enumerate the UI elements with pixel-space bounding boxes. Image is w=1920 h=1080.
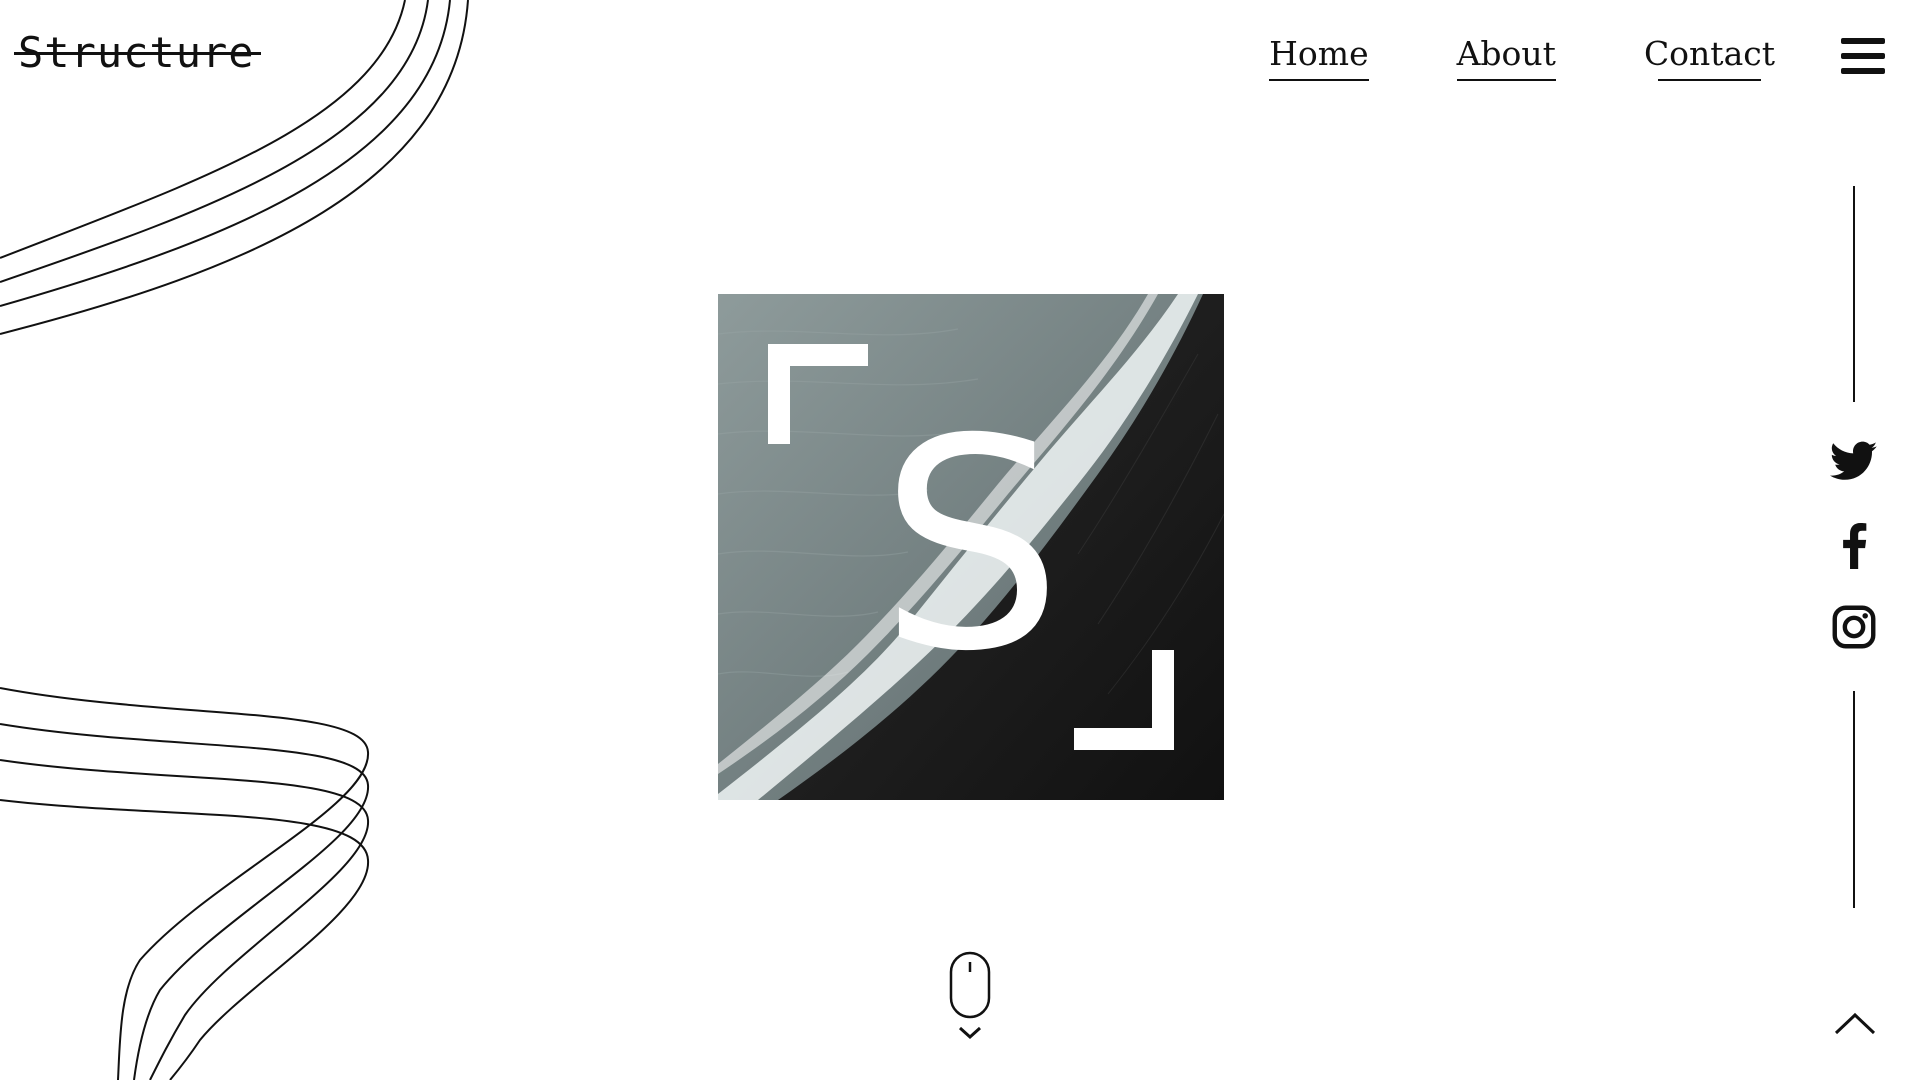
logo-strike-line bbox=[14, 52, 261, 55]
chevron-up-icon bbox=[1834, 1012, 1876, 1035]
corner-bracket-top-left bbox=[768, 344, 868, 444]
facebook-icon bbox=[1843, 523, 1867, 569]
twitter-icon bbox=[1830, 441, 1878, 480]
scroll-down-indicator[interactable] bbox=[946, 948, 996, 1044]
instagram-link[interactable] bbox=[1828, 601, 1880, 653]
nav-link-about[interactable]: About bbox=[1456, 34, 1557, 81]
rail-divider-bottom bbox=[1853, 691, 1855, 908]
nav-link-contact[interactable]: Contact bbox=[1644, 34, 1775, 81]
hamburger-bar bbox=[1841, 38, 1885, 44]
back-to-top-button[interactable] bbox=[1830, 1003, 1880, 1043]
main-nav: Home About Contact bbox=[1269, 34, 1775, 81]
hamburger-bar bbox=[1841, 68, 1885, 74]
site-logo[interactable]: Structure bbox=[14, 28, 261, 77]
rail-divider-top bbox=[1853, 186, 1855, 402]
decorative-lines-bottom bbox=[0, 687, 370, 1080]
hamburger-bar bbox=[1841, 53, 1885, 59]
nav-link-home[interactable]: Home bbox=[1269, 34, 1370, 81]
hamburger-menu-icon[interactable] bbox=[1841, 38, 1885, 74]
mouse-scroll-icon bbox=[949, 951, 991, 1040]
instagram-icon bbox=[1832, 605, 1876, 649]
twitter-link[interactable] bbox=[1828, 437, 1880, 489]
hero-image: S bbox=[718, 294, 1224, 800]
page: Structure Home About Contact S bbox=[0, 0, 1920, 1080]
facebook-link[interactable] bbox=[1828, 520, 1880, 572]
corner-bracket-bottom-right bbox=[1074, 650, 1174, 750]
